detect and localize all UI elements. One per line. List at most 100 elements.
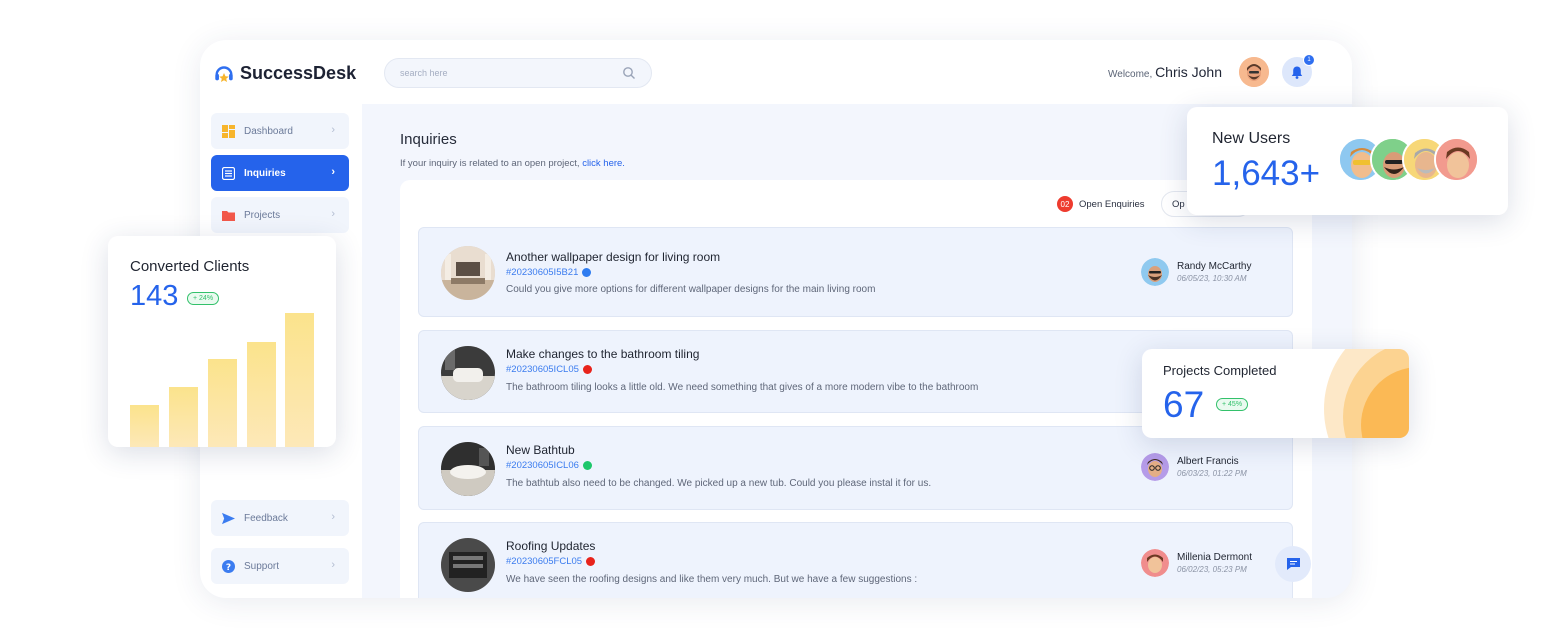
chevron-right-icon: ›	[331, 124, 335, 136]
inquiry-person: Albert Francis 06/03/23, 01:22 PM	[1141, 453, 1247, 481]
converted-change-badge: + 24%	[187, 292, 220, 305]
person-name: Randy McCarthy	[1177, 261, 1252, 272]
page-title: Inquiries	[400, 131, 457, 148]
converted-bar	[247, 342, 276, 447]
inquiry-description: We have seen the roofing designs and lik…	[506, 574, 918, 585]
status-dot	[582, 268, 592, 277]
search-input[interactable]: search here	[384, 58, 652, 88]
sidebar-item-label: Projects	[244, 209, 281, 221]
bell-icon	[1291, 66, 1303, 79]
sidebar-item-feedback[interactable]: Feedback ›	[211, 500, 349, 536]
inquiry-description: The bathroom tiling looks a little old. …	[506, 382, 979, 393]
projects-completed-card: Projects Completed 67 + 45%	[1142, 349, 1409, 438]
inquiry-card[interactable]: Roofing Updates #20230605FCL05 We have s…	[418, 522, 1293, 598]
inquiry-title: New Bathtub	[506, 443, 575, 457]
click-here-link[interactable]: click here.	[582, 158, 625, 169]
new-users-card: New Users 1,643+	[1187, 107, 1508, 215]
notification-badge: 1	[1303, 54, 1315, 66]
projects-change-badge: + 45%	[1216, 398, 1249, 411]
inquiry-date: 06/02/23, 05:23 PM	[1177, 565, 1247, 574]
inquiry-description: The bathtub also need to be changed. We …	[506, 478, 932, 489]
folder-icon	[222, 209, 235, 222]
person-name: Millenia Dermont	[1177, 552, 1253, 563]
open-enquiries-filter[interactable]: 02 Open Enquiries	[1057, 196, 1144, 212]
inquiry-thumbnail	[441, 538, 495, 592]
help-icon: ?	[222, 559, 235, 573]
grid-icon	[222, 124, 235, 138]
logo-text: SuccessDesk	[240, 62, 357, 83]
inquiry-code-text: #20230605ICL06	[506, 460, 579, 471]
search-icon[interactable]	[622, 66, 636, 80]
converted-bar	[285, 313, 314, 447]
app-window: SuccessDesk Dashboard › Inquiries › Proj…	[200, 40, 1352, 598]
user-avatar[interactable]	[1239, 57, 1269, 87]
status-dot	[586, 557, 596, 566]
inquiry-person: Randy McCarthy 06/05/23, 10:30 AM	[1141, 258, 1251, 286]
converted-clients-card: Converted Clients 143 + 24%	[108, 236, 336, 447]
inquiry-date: 06/03/23, 01:22 PM	[1177, 469, 1247, 478]
subtitle-text: If your inquiry is related to an open pr…	[400, 158, 580, 169]
person-avatar	[1141, 258, 1169, 286]
inquiry-code-text: #20230605ICL05	[506, 364, 579, 375]
page-subtitle: If your inquiry is related to an open pr…	[400, 158, 625, 169]
logo[interactable]: SuccessDesk	[213, 62, 356, 84]
status-dot	[582, 365, 592, 374]
notification-button[interactable]: 1	[1282, 54, 1315, 87]
converted-title: Converted Clients	[130, 258, 250, 275]
inquiry-code-text: #20230605I5B21	[506, 267, 579, 278]
inquiry-code[interactable]: #20230605ICL06	[506, 460, 592, 471]
new-users-title: New Users	[1212, 130, 1291, 147]
inquiry-code-text: #20230605FCL05	[506, 556, 583, 567]
list-icon	[222, 166, 235, 180]
converted-bar	[169, 387, 198, 447]
svg-text:?: ?	[226, 562, 231, 572]
inquiry-code[interactable]: #20230605ICL05	[506, 364, 592, 375]
inquiry-thumbnail	[441, 346, 495, 400]
person-name: Albert Francis	[1177, 456, 1239, 467]
sidebar-item-label: Feedback	[244, 512, 288, 524]
inquiry-title: Another wallpaper design for living room	[506, 250, 721, 264]
chevron-right-icon: ›	[331, 166, 335, 178]
inquiry-card[interactable]: New Bathtub #20230605ICL06 The bathtub a…	[418, 426, 1293, 510]
sidebar-item-label: Support	[244, 560, 280, 572]
inquiry-code[interactable]: #20230605I5B21	[506, 267, 592, 278]
user-avatar	[1434, 137, 1479, 182]
chat-button[interactable]	[1275, 546, 1311, 582]
send-icon	[222, 512, 235, 525]
inquiry-title: Make changes to the bathroom tiling	[506, 347, 700, 361]
status-dot	[582, 461, 592, 470]
sidebar-item-dashboard[interactable]: Dashboard ›	[211, 113, 349, 149]
inquiry-card[interactable]: Another wallpaper design for living room…	[418, 227, 1293, 317]
sidebar-item-label: Inquiries	[244, 167, 286, 179]
inquiry-title: Roofing Updates	[506, 539, 596, 553]
converted-bar	[130, 405, 159, 447]
welcome-prefix: Welcome,	[1108, 69, 1153, 80]
projects-completed-title: Projects Completed	[1163, 363, 1277, 378]
search-placeholder: search here	[400, 68, 448, 78]
chevron-right-icon: ›	[331, 208, 335, 220]
welcome-text: Welcome, Chris John	[1108, 64, 1222, 80]
sidebar-item-support[interactable]: ? Support ›	[211, 548, 349, 584]
user-name: Chris John	[1155, 64, 1222, 80]
top-bar: search here Welcome, Chris John 1	[362, 40, 1352, 104]
inquiry-thumbnail	[441, 246, 495, 300]
converted-value: 143	[130, 280, 179, 312]
chevron-right-icon: ›	[331, 559, 335, 571]
converted-bar	[208, 359, 237, 447]
sidebar-item-projects[interactable]: Projects ›	[211, 197, 349, 233]
person-avatar	[1141, 453, 1169, 481]
inquiry-date: 06/05/23, 10:30 AM	[1177, 274, 1247, 283]
inquiry-description: Could you give more options for differen…	[506, 284, 876, 295]
inquiry-person: Millenia Dermont 06/02/23, 05:23 PM	[1141, 549, 1252, 577]
sidebar-item-label: Dashboard	[244, 125, 293, 137]
sidebar-item-inquiries[interactable]: Inquiries ›	[211, 155, 349, 191]
new-users-value: 1,643+	[1212, 154, 1321, 193]
decorative-arcs	[1324, 349, 1409, 438]
projects-completed-value: 67	[1163, 384, 1205, 425]
chat-icon	[1286, 558, 1300, 570]
chevron-right-icon: ›	[331, 511, 335, 523]
inquiry-code[interactable]: #20230605FCL05	[506, 556, 596, 567]
person-avatar	[1141, 549, 1169, 577]
open-enquiries-label: Open Enquiries	[1079, 198, 1145, 210]
inquiry-thumbnail	[441, 442, 495, 496]
